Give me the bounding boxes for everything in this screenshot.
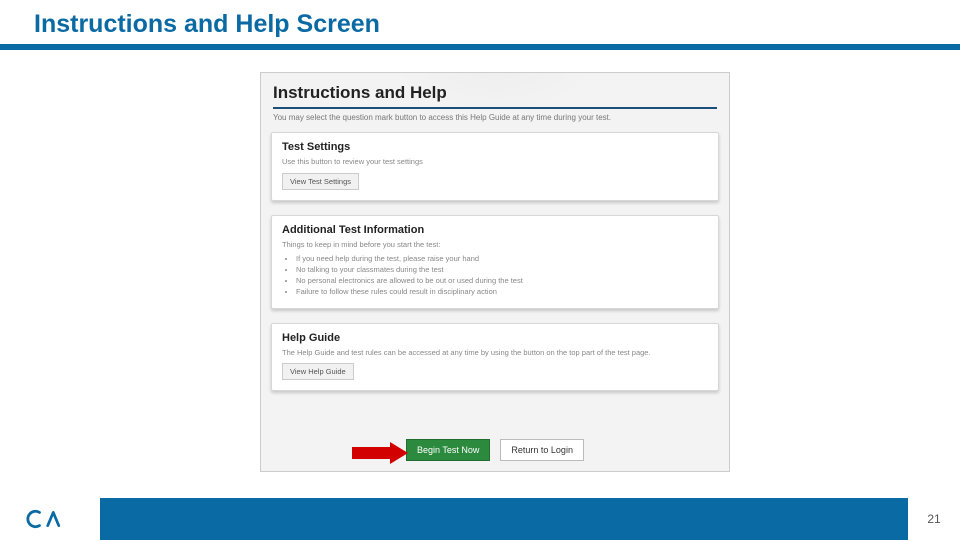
begin-test-button[interactable]: Begin Test Now bbox=[406, 439, 490, 461]
list-item: Failure to follow these rules could resu… bbox=[296, 286, 708, 297]
action-row: Begin Test Now Return to Login bbox=[261, 439, 729, 461]
panel-desc: Use this button to review your test sett… bbox=[282, 157, 708, 167]
slide: Instructions and Help Screen Instruction… bbox=[0, 0, 960, 540]
panel-title: Help Guide bbox=[282, 332, 708, 344]
page-heading: Instructions and Help bbox=[273, 83, 717, 103]
footer-bar bbox=[0, 498, 960, 540]
title-bar: Instructions and Help Screen bbox=[0, 0, 960, 39]
return-to-login-button[interactable]: Return to Login bbox=[500, 439, 584, 461]
view-help-guide-button[interactable]: View Help Guide bbox=[282, 363, 354, 380]
footer-logo bbox=[0, 498, 100, 540]
list-item: No personal electronics are allowed to b… bbox=[296, 275, 708, 286]
logo-icon bbox=[23, 508, 78, 530]
panel-title: Additional Test Information bbox=[282, 224, 708, 236]
info-list: If you need help during the test, please… bbox=[282, 253, 708, 298]
heading-rule bbox=[273, 107, 717, 109]
page-subheading: You may select the question mark button … bbox=[273, 113, 717, 122]
embedded-screenshot: Instructions and Help You may select the… bbox=[260, 72, 730, 472]
slide-title: Instructions and Help Screen bbox=[34, 10, 960, 39]
page-number-value: 21 bbox=[927, 512, 940, 526]
page-number: 21 bbox=[908, 498, 960, 540]
list-item: If you need help during the test, please… bbox=[296, 253, 708, 264]
panel-help-guide: Help Guide The Help Guide and test rules… bbox=[271, 323, 719, 392]
arrow-indicator-icon bbox=[352, 442, 412, 464]
panel-desc: The Help Guide and test rules can be acc… bbox=[282, 348, 708, 358]
panel-title: Test Settings bbox=[282, 141, 708, 153]
list-item: No talking to your classmates during the… bbox=[296, 264, 708, 275]
screenshot-body: Instructions and Help You may select the… bbox=[261, 73, 729, 471]
view-test-settings-button[interactable]: View Test Settings bbox=[282, 173, 359, 190]
title-underline bbox=[0, 44, 960, 50]
panel-additional-info: Additional Test Information Things to ke… bbox=[271, 215, 719, 309]
panel-lead: Things to keep in mind before you start … bbox=[282, 240, 708, 250]
panel-test-settings: Test Settings Use this button to review … bbox=[271, 132, 719, 201]
